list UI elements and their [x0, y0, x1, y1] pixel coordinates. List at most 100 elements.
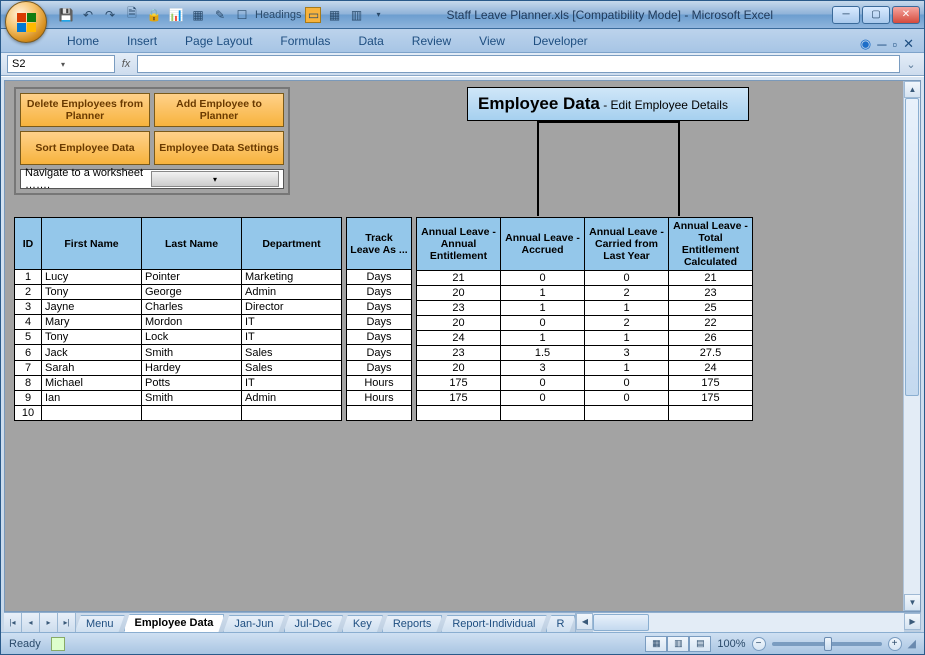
cell[interactable]: Sarah	[42, 360, 142, 375]
save-icon[interactable]: 💾	[57, 6, 75, 24]
sheet-tab[interactable]: Menu	[76, 615, 125, 632]
cell[interactable]: IT	[242, 375, 342, 390]
cell[interactable]: Sales	[242, 360, 342, 375]
cell[interactable]: 6	[15, 345, 42, 360]
delete-employees-button[interactable]: Delete Employees from Planner	[20, 93, 150, 127]
cell[interactable]: Days	[347, 315, 412, 330]
formula-input[interactable]	[137, 55, 900, 73]
cell[interactable]: 23	[417, 301, 501, 316]
cell[interactable]: Charles	[142, 300, 242, 315]
zoom-level[interactable]: 100%	[717, 638, 745, 650]
table-row[interactable]: 1LucyPointerMarketing	[15, 270, 342, 285]
table-row[interactable]: 9IanSmithAdmin	[15, 390, 342, 405]
cell[interactable]: Days	[347, 300, 412, 315]
cell[interactable]: Smith	[142, 345, 242, 360]
employee-data-settings-button[interactable]: Employee Data Settings	[154, 131, 284, 165]
cell[interactable]: 10	[15, 405, 42, 420]
scroll-left-icon[interactable]: ◀	[576, 613, 593, 630]
cell[interactable]: 1	[501, 331, 585, 346]
sheet-tab[interactable]: Employee Data	[124, 614, 225, 632]
cell[interactable]: 22	[669, 316, 753, 331]
table-row[interactable]	[417, 406, 753, 421]
navigate-worksheet-dropdown[interactable]: Navigate to a worksheet ……. ▾	[20, 169, 284, 189]
horizontal-scrollbar[interactable]: ◀ ▶	[575, 613, 921, 632]
cell[interactable]: 2	[15, 285, 42, 300]
cell[interactable]: 1.5	[501, 346, 585, 361]
cell[interactable]: George	[142, 285, 242, 300]
lock-icon[interactable]: 🔒	[145, 6, 163, 24]
tab-page-layout[interactable]: Page Layout	[171, 30, 266, 52]
table-row[interactable]: 7SarahHardeySales	[15, 360, 342, 375]
cell[interactable]: 1	[585, 301, 669, 316]
cell[interactable]: 2	[585, 316, 669, 331]
sheet-tab[interactable]: Jul-Dec	[284, 615, 343, 632]
cell[interactable]: Tony	[42, 285, 142, 300]
cell[interactable]: Marketing	[242, 270, 342, 285]
cell[interactable]	[585, 406, 669, 421]
cell[interactable]: 0	[501, 316, 585, 331]
table-row[interactable]: 241126	[417, 331, 753, 346]
table-row[interactable]: Days	[347, 360, 412, 375]
cell[interactable]: 1	[501, 286, 585, 301]
table-row[interactable]: Days	[347, 270, 412, 285]
cell[interactable]: Days	[347, 270, 412, 285]
cell[interactable]: 175	[417, 376, 501, 391]
view-icon-1[interactable]: ▭	[305, 7, 321, 23]
cell[interactable]: Admin	[242, 390, 342, 405]
cell[interactable]	[417, 406, 501, 421]
cell[interactable]: 1	[585, 361, 669, 376]
cell[interactable]: 24	[417, 331, 501, 346]
page-break-view-icon[interactable]: ▤	[689, 636, 711, 652]
maximize-button[interactable]: ▢	[862, 6, 890, 24]
resize-grip-icon[interactable]: ◢	[908, 637, 916, 650]
table-row[interactable]: Days	[347, 345, 412, 360]
cell[interactable]: 3	[501, 361, 585, 376]
annual-leave-table[interactable]: Annual Leave - Annual Entitlement Annual…	[416, 217, 753, 421]
cell[interactable]: Days	[347, 330, 412, 345]
hscroll-thumb[interactable]	[593, 614, 649, 631]
normal-view-icon[interactable]: ▦	[645, 636, 667, 652]
cell[interactable]: Admin	[242, 285, 342, 300]
table-row[interactable]: 5TonyLockIT	[15, 330, 342, 345]
sheet-tab[interactable]: Jan-Jun	[223, 615, 284, 632]
cell[interactable]: 26	[669, 331, 753, 346]
minimize-button[interactable]: ─	[832, 6, 860, 24]
cell[interactable]: IT	[242, 315, 342, 330]
cell[interactable]: 2	[585, 286, 669, 301]
cell[interactable]: 5	[15, 330, 42, 345]
cell[interactable]: 0	[585, 271, 669, 286]
doc-icon[interactable]: ☐	[233, 6, 251, 24]
cell[interactable]	[501, 406, 585, 421]
macro-record-icon[interactable]	[51, 637, 65, 651]
cell[interactable]: 20	[417, 316, 501, 331]
table-row[interactable]	[347, 405, 412, 420]
cell[interactable]: Lucy	[42, 270, 142, 285]
table-row[interactable]: 6JackSmithSales	[15, 345, 342, 360]
cell[interactable]: 4	[15, 315, 42, 330]
tab-formulas[interactable]: Formulas	[266, 30, 344, 52]
close-button[interactable]: ✕	[892, 6, 920, 24]
page-layout-view-icon[interactable]: ▥	[667, 636, 689, 652]
tab-developer[interactable]: Developer	[519, 30, 602, 52]
sheet-tab[interactable]: Reports	[382, 615, 443, 632]
cell[interactable]: 3	[15, 300, 42, 315]
cell[interactable]: Pointer	[142, 270, 242, 285]
tab-data[interactable]: Data	[344, 30, 397, 52]
cell[interactable]: Mordon	[142, 315, 242, 330]
table-row[interactable]: Days	[347, 315, 412, 330]
zoom-out-icon[interactable]: −	[752, 637, 766, 651]
pivot-icon[interactable]: ▦	[189, 6, 207, 24]
table-row[interactable]: 2TonyGeorgeAdmin	[15, 285, 342, 300]
name-box[interactable]: S2▾	[7, 55, 115, 73]
sheet-tab[interactable]: R	[546, 615, 576, 632]
cell[interactable]: 23	[417, 346, 501, 361]
prev-sheet-icon[interactable]: ◂	[22, 613, 40, 632]
cell[interactable]	[347, 405, 412, 420]
tab-home[interactable]: Home	[53, 30, 113, 52]
cell[interactable]: Days	[347, 345, 412, 360]
cell[interactable]	[42, 405, 142, 420]
table-row[interactable]: Days	[347, 330, 412, 345]
table-row[interactable]: 210021	[417, 271, 753, 286]
cell[interactable]: 21	[669, 271, 753, 286]
cell[interactable]: IT	[242, 330, 342, 345]
